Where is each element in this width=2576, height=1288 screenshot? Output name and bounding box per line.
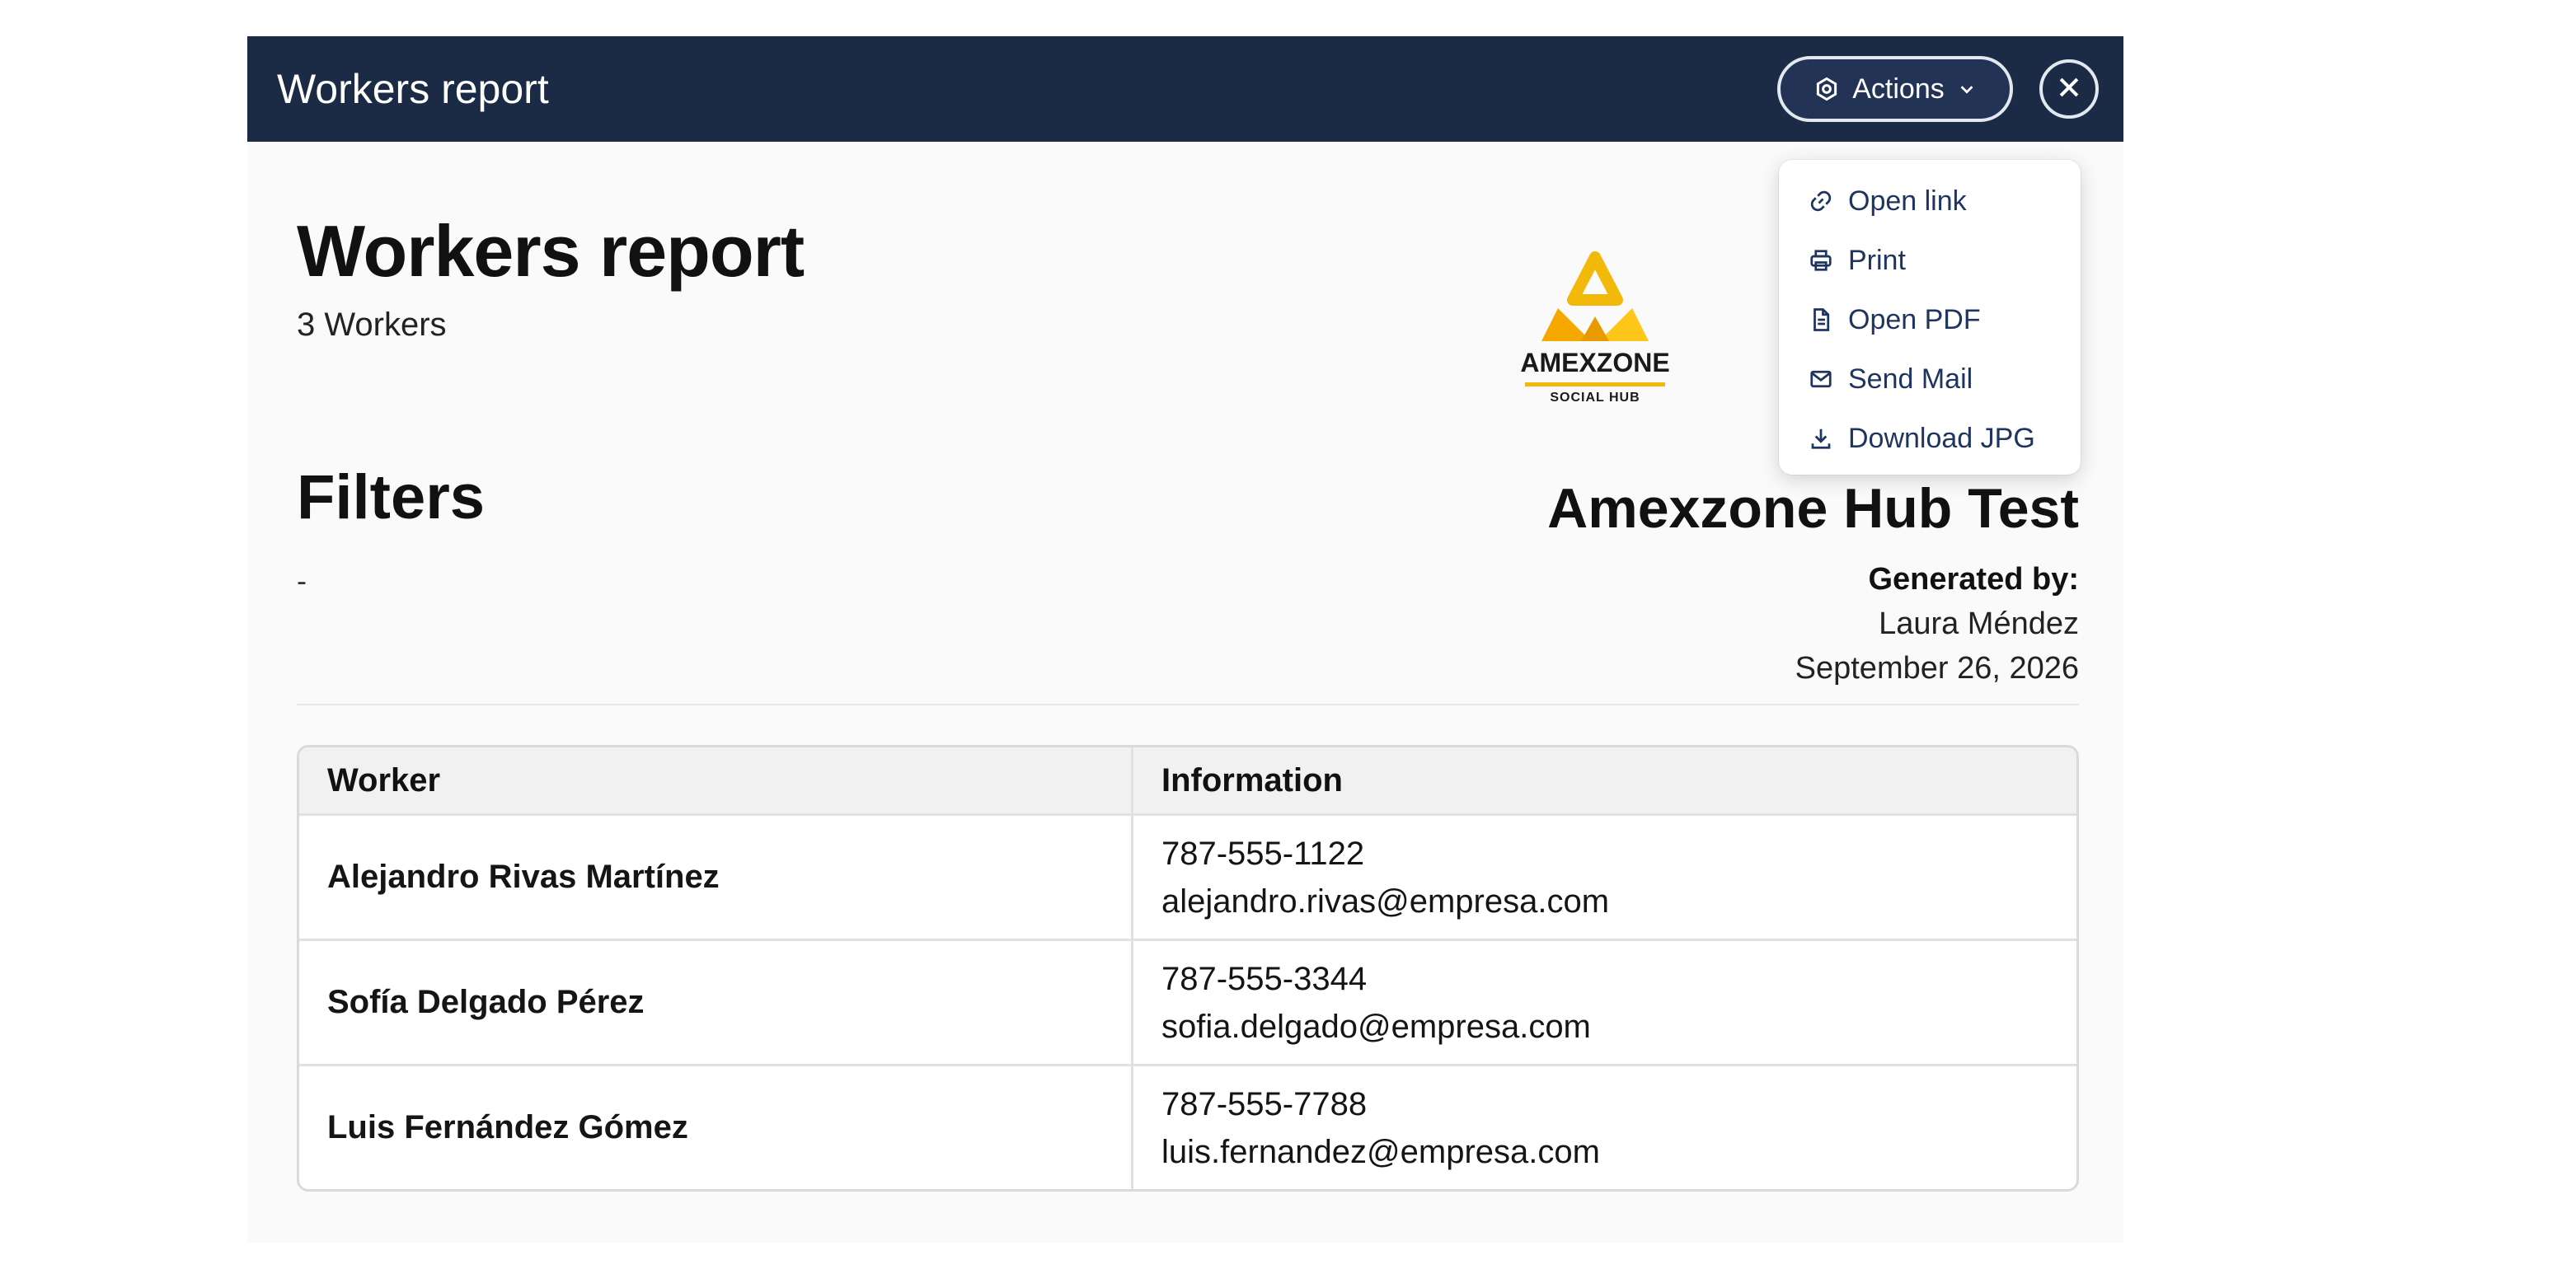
information-cell: 787-555-3344 sofia.delgado@empresa.com bbox=[1133, 941, 2076, 1064]
column-header-worker: Worker bbox=[299, 747, 1133, 813]
actions-label: Actions bbox=[1852, 73, 1945, 105]
hub-name: Amexzone Hub Test bbox=[1547, 477, 2079, 540]
logo-name: AMEXZONE bbox=[1520, 348, 1670, 377]
worker-name: Luis Fernández Gómez bbox=[327, 1109, 688, 1145]
mail-icon bbox=[1809, 367, 1833, 391]
logo-subtitle: SOCIAL HUB bbox=[1550, 391, 1640, 405]
worker-phone: 787-555-7788 bbox=[1161, 1085, 1368, 1122]
worker-email: alejandro.rivas@empresa.com bbox=[1161, 883, 1610, 920]
worker-cell: Alejandro Rivas Martínez bbox=[299, 816, 1133, 939]
generated-by-label: Generated by: bbox=[1868, 562, 2079, 597]
workers-table: Worker Information Alejandro Rivas Martí… bbox=[297, 745, 2079, 1192]
worker-name: Sofía Delgado Pérez bbox=[327, 984, 645, 1020]
worker-cell: Sofía Delgado Pérez bbox=[299, 941, 1133, 1064]
menu-item-download-jpg[interactable]: Download JPG bbox=[1779, 409, 2081, 468]
logo-underline bbox=[1525, 382, 1665, 386]
table-row: Alejandro Rivas Martínez 787-555-1122 al… bbox=[299, 813, 2076, 939]
menu-item-label: Open link bbox=[1848, 185, 1967, 217]
company-logo: AMEXZONE SOCIAL HUB bbox=[1509, 218, 1715, 424]
modal-title: Workers report bbox=[277, 66, 549, 112]
information-cell: 787-555-7788 luis.fernandez@empresa.com bbox=[1133, 1066, 2076, 1189]
worker-phone: 787-555-3344 bbox=[1161, 960, 1368, 997]
worker-phone: 787-555-1122 bbox=[1161, 835, 1365, 872]
generated-by-name: Laura Méndez bbox=[1879, 607, 2079, 641]
modal-header: Workers report Actions bbox=[247, 36, 2123, 142]
report-modal: Workers report Actions Open link Print O… bbox=[247, 36, 2123, 1243]
link-icon bbox=[1809, 189, 1833, 213]
menu-item-open-link[interactable]: Open link bbox=[1779, 171, 2081, 231]
worker-email: luis.fernandez@empresa.com bbox=[1161, 1133, 1600, 1170]
table-row: Luis Fernández Gómez 787-555-7788 luis.f… bbox=[299, 1064, 2076, 1189]
table-row: Sofía Delgado Pérez 787-555-3344 sofia.d… bbox=[299, 939, 2076, 1064]
actions-dropdown-menu: Open link Print Open PDF Send Mail Downl… bbox=[1779, 160, 2081, 475]
report-title: Workers report bbox=[297, 210, 805, 292]
printer-icon bbox=[1809, 248, 1833, 273]
menu-item-print[interactable]: Print bbox=[1779, 231, 2081, 290]
generated-date: September 26, 2026 bbox=[1795, 651, 2079, 686]
worker-email: sofia.delgado@empresa.com bbox=[1161, 1008, 1591, 1045]
chevron-down-icon bbox=[1958, 80, 1976, 98]
worker-cell: Luis Fernández Gómez bbox=[299, 1066, 1133, 1189]
close-button[interactable] bbox=[2039, 59, 2099, 119]
worker-name: Alejandro Rivas Martínez bbox=[327, 859, 720, 895]
section-divider bbox=[297, 704, 2079, 705]
filters-value: - bbox=[297, 564, 307, 597]
menu-item-label: Print bbox=[1848, 244, 1906, 276]
gear-icon bbox=[1814, 77, 1839, 101]
information-cell: 787-555-1122 alejandro.rivas@empresa.com bbox=[1133, 816, 2076, 939]
column-header-information: Information bbox=[1161, 761, 1343, 799]
close-icon bbox=[2055, 73, 2083, 105]
download-icon bbox=[1809, 426, 1833, 451]
document-icon bbox=[1809, 307, 1833, 332]
menu-item-label: Open PDF bbox=[1848, 303, 1981, 335]
workers-count: 3 Workers bbox=[297, 307, 447, 343]
menu-item-label: Download JPG bbox=[1848, 422, 2035, 454]
menu-item-label: Send Mail bbox=[1848, 363, 1973, 395]
filters-heading: Filters bbox=[297, 462, 486, 532]
actions-button[interactable]: Actions bbox=[1777, 56, 2013, 122]
table-header-row: Worker Information bbox=[299, 747, 2076, 813]
menu-item-send-mail[interactable]: Send Mail bbox=[1779, 349, 2081, 409]
menu-item-open-pdf[interactable]: Open PDF bbox=[1779, 290, 2081, 349]
